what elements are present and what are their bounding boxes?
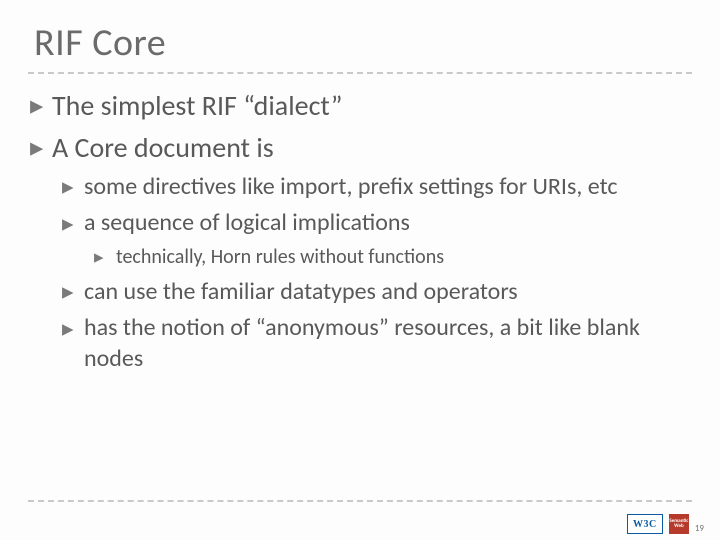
bullet-l2: can use the familiar datatypes and opera…	[62, 277, 692, 308]
slide-title: RIF Core	[28, 20, 692, 74]
divider	[28, 500, 692, 502]
bullet-l1: The simplest RIF “dialect”	[30, 88, 692, 124]
w3c-logo-icon: W3C	[627, 514, 663, 534]
bullet-l1: A Core document is	[30, 130, 692, 166]
bullet-l2: some directives like import, prefix sett…	[62, 172, 692, 203]
slide: RIF Core The simplest RIF “dialect” A Co…	[0, 0, 720, 540]
semantic-web-logo-icon: Semantic Web	[669, 514, 689, 534]
bullet-l3: technically, Horn rules without function…	[94, 245, 692, 271]
bullet-list: The simplest RIF “dialect” A Core docume…	[28, 88, 692, 375]
bullet-l2: a sequence of logical implications	[62, 208, 692, 239]
bullet-l2: has the notion of “anonymous” resources,…	[62, 313, 692, 374]
page-number: 19	[695, 523, 704, 534]
footer: W3C Semantic Web 19	[627, 514, 704, 534]
